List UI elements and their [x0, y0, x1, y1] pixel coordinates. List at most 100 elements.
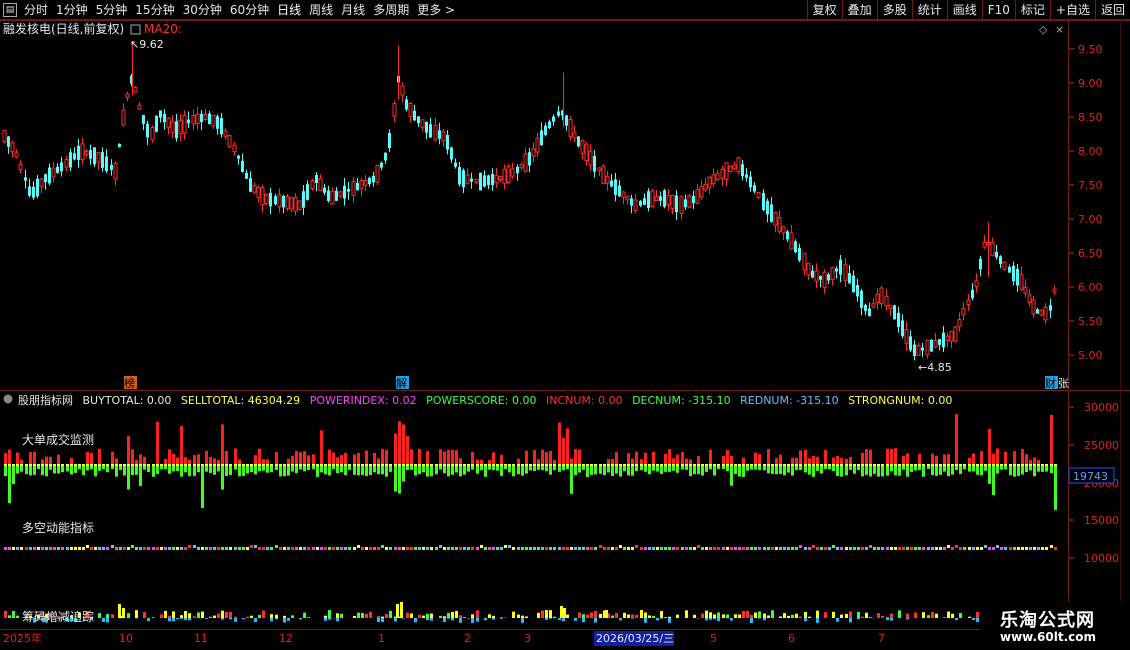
big-order-buy-bar — [447, 449, 450, 464]
big-order-sell-bar — [746, 466, 749, 471]
candle-body — [56, 166, 59, 173]
big-order-sell-bar — [918, 466, 921, 471]
marker-jie[interactable]: 解 — [396, 376, 407, 390]
momentum-dot — [1054, 547, 1057, 550]
candle-body — [593, 155, 596, 172]
momentum-dot — [471, 547, 474, 550]
chip-bar — [865, 612, 868, 618]
big-order-baseline — [139, 464, 142, 466]
big-order-baseline — [906, 464, 909, 466]
big-order-sell-bar — [1041, 466, 1044, 472]
big-order-buy-bar — [29, 451, 32, 464]
big-order-baseline — [525, 464, 528, 466]
big-order-sell-bar — [935, 466, 938, 476]
big-order-baseline — [205, 464, 208, 466]
candle-body — [695, 189, 700, 204]
big-order-baseline — [968, 464, 971, 466]
big-order-baseline — [184, 464, 187, 466]
sub-panel-toggle-icon[interactable] — [3, 394, 13, 404]
chip-bar — [98, 613, 101, 618]
chip-bar — [709, 618, 712, 620]
big-order-buy-bar — [451, 449, 454, 464]
momentum-dot — [70, 547, 73, 550]
big-order-buy-bar — [947, 454, 950, 464]
chip-bar — [750, 614, 753, 618]
marker-bang[interactable]: 榜 — [124, 376, 135, 390]
indicator-toggle-icon[interactable] — [130, 24, 141, 35]
big-order-buy-bar — [578, 449, 581, 464]
candle-body — [425, 121, 428, 133]
stock-chart[interactable]: 融发核电(日线,前复权) MA20: ◇ × 9.50 9.00 8.50 8.00 7… — [0, 0, 1130, 650]
marker-zhang[interactable]: 张 — [1058, 377, 1069, 390]
big-order-sell-bar — [955, 466, 958, 471]
momentum-dot — [250, 545, 253, 548]
candle-body — [819, 276, 822, 280]
big-order-buy-bar — [209, 456, 212, 464]
momentum-dot — [480, 545, 483, 548]
big-order-buy-bar — [295, 450, 298, 464]
big-order-buy-bar — [525, 450, 528, 464]
big-order-buy-bar — [406, 435, 409, 464]
candle-body — [277, 194, 282, 208]
big-order-sell-bar — [74, 466, 77, 473]
big-order-baseline — [1037, 464, 1040, 466]
big-order-buy-bar — [795, 457, 798, 464]
chip-bar — [590, 612, 593, 618]
big-order-sell-bar — [398, 466, 401, 494]
candle-body — [715, 172, 720, 181]
big-order-buy-bar — [426, 450, 429, 464]
marker-cai[interactable]: 财 — [1045, 376, 1056, 390]
momentum-dot — [398, 547, 401, 550]
candle-body — [749, 176, 752, 188]
candle-body — [843, 264, 848, 282]
big-order-sell-bar — [578, 466, 581, 473]
momentum-dot — [455, 547, 458, 550]
big-order-sell-bar — [225, 466, 228, 476]
big-order-baseline — [705, 464, 708, 466]
big-order-sell-bar — [25, 466, 28, 475]
big-order-sell-bar — [1017, 466, 1020, 476]
big-order-buy-bar — [865, 449, 868, 464]
candle-body — [781, 226, 786, 234]
big-order-baseline — [529, 464, 532, 466]
big-order-baseline — [689, 464, 692, 466]
candle-body — [293, 196, 298, 212]
big-order-baseline — [496, 464, 499, 466]
momentum-dot — [418, 547, 421, 550]
momentum-dot — [320, 547, 323, 550]
diamond-icon[interactable]: ◇ — [1039, 23, 1048, 36]
momentum-dot — [340, 547, 343, 550]
price-tick-label: 7.00 — [1078, 213, 1103, 226]
momentum-dot — [685, 547, 688, 550]
chip-bar — [605, 610, 608, 618]
candle-body — [871, 303, 876, 308]
momentum-dot — [1025, 547, 1028, 550]
big-order-sell-bar — [582, 466, 585, 470]
chip-bar — [340, 613, 343, 618]
big-order-sell-bar — [463, 466, 466, 475]
chip-bar — [418, 614, 421, 618]
big-order-sell-bar — [275, 466, 278, 470]
candle-body — [1052, 288, 1057, 293]
big-order-baseline — [451, 464, 454, 466]
candle-body — [479, 172, 482, 191]
momentum-dot — [779, 547, 782, 550]
momentum-dot — [209, 547, 212, 550]
big-order-sell-bar — [705, 466, 708, 472]
candle-body — [89, 150, 92, 159]
momentum-dot — [295, 547, 298, 550]
big-order-baseline — [869, 464, 872, 466]
big-order-sell-bar — [816, 466, 819, 471]
label-big-order: 大单成交监测 — [22, 432, 94, 447]
price-tick-label: 8.00 — [1078, 145, 1103, 158]
chip-bar — [451, 618, 454, 621]
big-order-baseline — [959, 464, 962, 466]
chip-bar — [512, 611, 515, 618]
big-order-baseline — [254, 464, 257, 466]
close-icon[interactable]: × — [1055, 23, 1064, 36]
chip-bar — [369, 611, 372, 618]
big-order-buy-bar — [262, 459, 265, 464]
big-order-sell-bar — [451, 466, 454, 475]
big-order-buy-bar — [808, 458, 811, 464]
chip-bar — [549, 610, 552, 618]
